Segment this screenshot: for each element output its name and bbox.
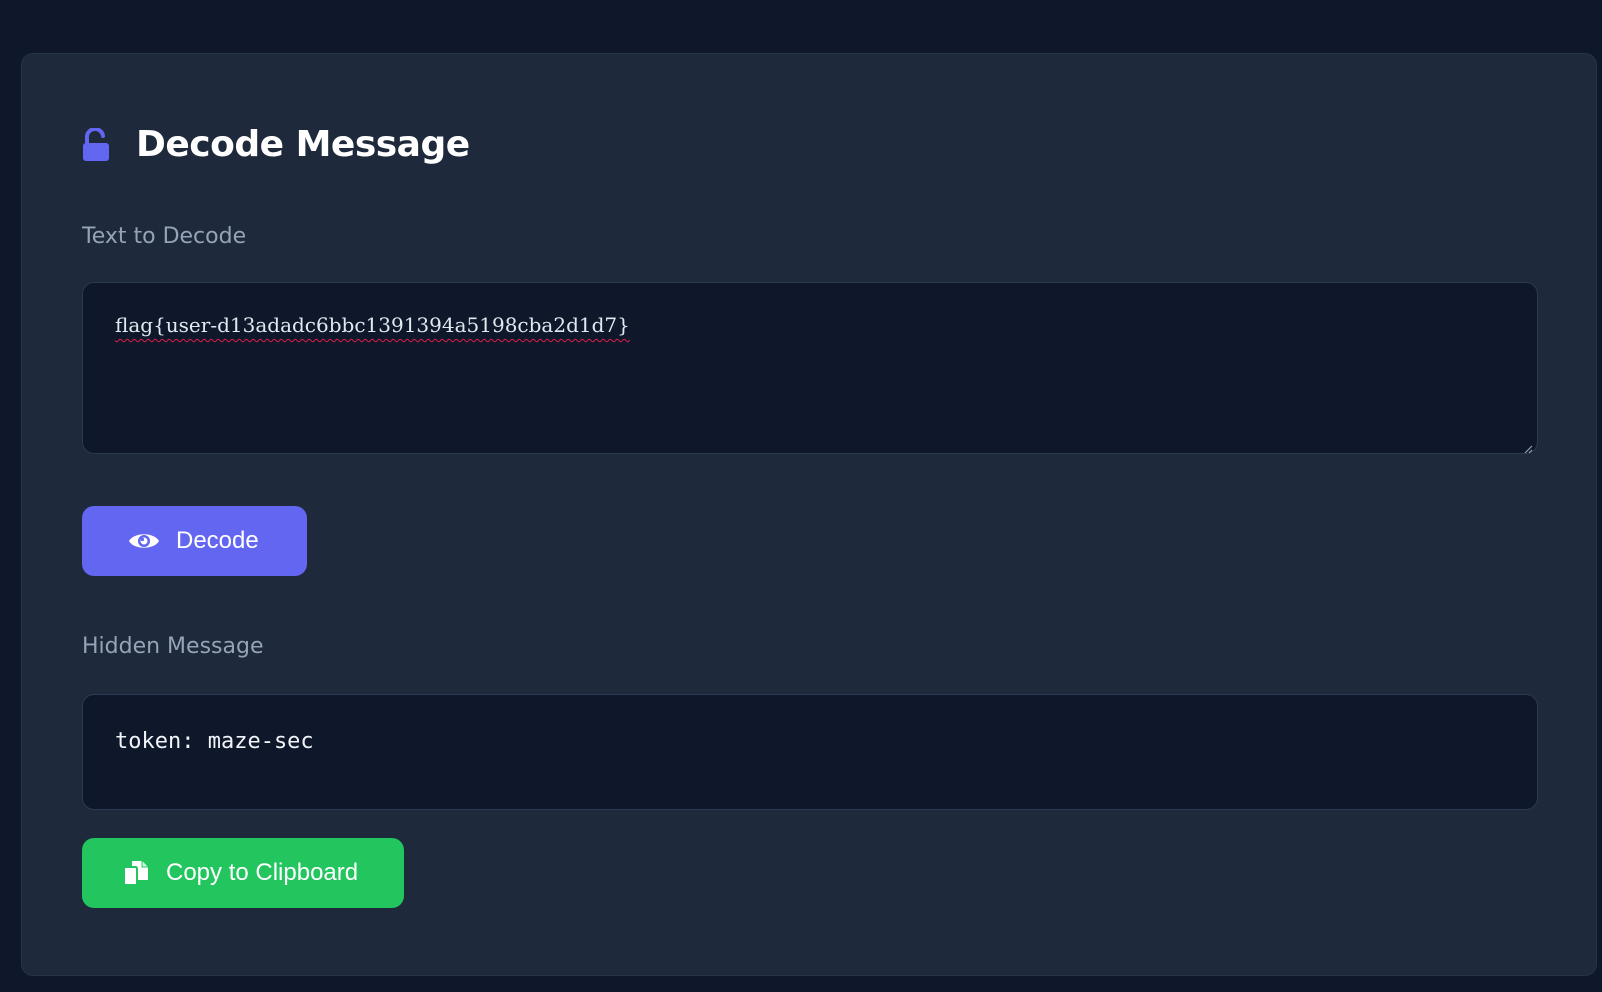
- decode-input-wrapper: [82, 282, 1538, 454]
- hidden-message-text: token: maze-sec: [115, 729, 314, 754]
- decode-input[interactable]: [83, 283, 1537, 453]
- copy-to-clipboard-button[interactable]: Copy to Clipboard: [82, 838, 404, 908]
- eye-icon: [128, 530, 160, 552]
- resize-handle-icon[interactable]: [1523, 439, 1533, 454]
- decode-button-label: Decode: [176, 527, 259, 554]
- input-label: Text to Decode: [82, 224, 247, 249]
- decode-card: Decode Message Text to Decode Decode Hid…: [21, 53, 1597, 976]
- copy-button-label: Copy to Clipboard: [166, 859, 359, 886]
- hidden-message-output: token: maze-sec: [82, 694, 1538, 810]
- unlock-icon: [82, 126, 112, 162]
- card-header: Decode Message: [82, 118, 470, 170]
- decode-button[interactable]: Decode: [82, 506, 307, 576]
- output-label: Hidden Message: [82, 634, 264, 659]
- copy-icon: [122, 859, 150, 887]
- page-title: Decode Message: [136, 123, 470, 165]
